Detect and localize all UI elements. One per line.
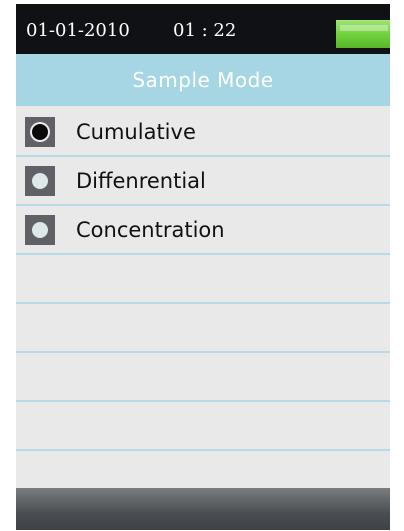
empty-row xyxy=(16,402,390,451)
option-label: Concentration xyxy=(76,218,225,242)
page-title: Sample Mode xyxy=(132,68,274,92)
radio-unselected-dot-icon xyxy=(32,173,48,189)
option-label: Cumulative xyxy=(76,120,196,144)
mode-option-list: Cumulative Diffenrential Concentration xyxy=(16,108,390,500)
option-row-concentration[interactable]: Concentration xyxy=(16,206,390,255)
radio-unselected-dot-icon xyxy=(32,222,48,238)
radio-selected-dot-icon xyxy=(32,124,48,140)
battery-icon xyxy=(336,20,390,48)
time-display: 01 : 22 xyxy=(173,20,237,41)
status-bar: 01-01-2010 01 : 22 xyxy=(16,4,390,54)
empty-row xyxy=(16,353,390,402)
empty-row xyxy=(16,255,390,304)
title-bar: Sample Mode xyxy=(16,54,390,106)
option-row-differential[interactable]: Diffenrential xyxy=(16,157,390,206)
radio-button-cumulative[interactable] xyxy=(25,117,55,147)
date-display: 01-01-2010 xyxy=(26,20,130,41)
option-label: Diffenrential xyxy=(76,169,206,193)
bottom-bar xyxy=(16,488,390,530)
empty-row xyxy=(16,304,390,353)
radio-button-differential[interactable] xyxy=(25,166,55,196)
device-screen: 01-01-2010 01 : 22 Sample Mode Cumulativ… xyxy=(16,4,390,530)
option-row-cumulative[interactable]: Cumulative xyxy=(16,108,390,157)
radio-button-concentration[interactable] xyxy=(25,215,55,245)
battery-shine xyxy=(340,25,388,31)
